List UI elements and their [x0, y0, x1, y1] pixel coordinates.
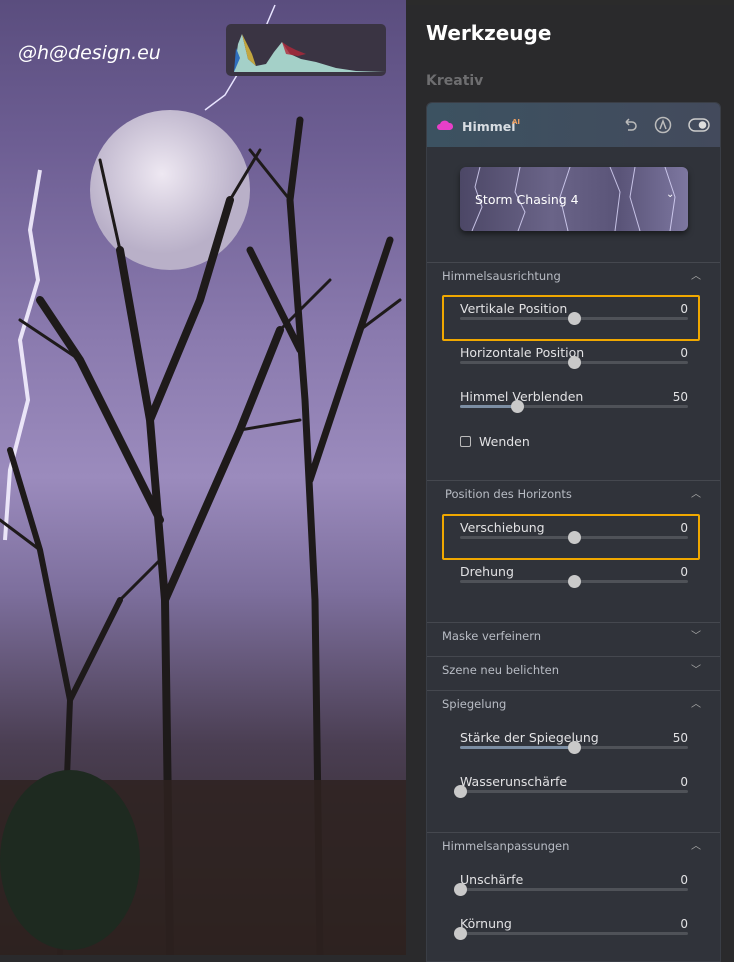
slider-thumb[interactable] — [454, 785, 467, 798]
section-header[interactable]: Himmelsanpassungen — [442, 839, 569, 853]
section-header[interactable]: Spiegelung — [442, 697, 506, 711]
category-label: Kreativ — [426, 73, 484, 89]
slider-track[interactable] — [454, 785, 688, 798]
photo-canvas[interactable]: @h@design.eu — [0, 0, 406, 955]
section-divider — [427, 832, 720, 833]
cloud-icon — [437, 120, 453, 130]
mask-brush-icon[interactable] — [654, 116, 672, 134]
undo-icon[interactable] — [622, 117, 638, 133]
section-divider — [427, 690, 720, 691]
histogram — [226, 24, 386, 76]
ai-badge: AI — [512, 118, 521, 126]
tool-name: Himmel — [462, 119, 516, 134]
preset-name: Storm Chasing 4 — [475, 192, 579, 207]
section-header[interactable]: Himmelsausrichtung — [442, 269, 561, 283]
slider-value[interactable]: 50 — [673, 731, 688, 745]
slider-thumb[interactable] — [568, 741, 581, 754]
slider-thumb[interactable] — [454, 883, 467, 896]
panel-title: Werkzeuge — [426, 21, 552, 45]
wenden-label: Wenden — [479, 434, 530, 449]
section-divider — [427, 656, 720, 657]
slider-track[interactable] — [460, 741, 688, 754]
sky-preset-dropdown[interactable]: Storm Chasing 4 ⌄ — [460, 167, 688, 231]
section-divider — [427, 262, 720, 263]
slider-thumb[interactable] — [568, 575, 581, 588]
toggle-switch[interactable] — [688, 118, 710, 132]
section-header[interactable]: Szene neu belichten — [442, 663, 559, 677]
chevron-down-icon: ⌄ — [666, 189, 675, 200]
slider-thumb[interactable] — [568, 312, 581, 325]
chevron-up-icon[interactable]: ︿ — [691, 837, 701, 852]
slider-value[interactable]: 0 — [680, 346, 688, 360]
slider-track[interactable] — [460, 312, 688, 325]
tool-header[interactable]: Himmel AI — [427, 103, 720, 147]
slider-track[interactable] — [454, 883, 688, 896]
slider-label: Wasserunschärfe — [460, 774, 568, 789]
sky-tool-card: Himmel AI Storm Chasing 4 ⌄ Himmelsausri… — [426, 102, 721, 962]
slider-track[interactable] — [460, 400, 688, 413]
slider-label: Vertikale Position — [460, 301, 568, 316]
slider-thumb[interactable] — [568, 356, 581, 369]
slider-fill — [460, 746, 574, 749]
slider-thumb[interactable] — [511, 400, 524, 413]
slider-value[interactable]: 50 — [673, 390, 688, 404]
section-divider — [427, 622, 720, 623]
slider-track[interactable] — [460, 356, 688, 369]
chevron-up-icon[interactable]: ︿ — [691, 695, 701, 710]
chevron-down-icon[interactable]: ﹀ — [691, 627, 701, 642]
chevron-down-icon[interactable]: ﹀ — [691, 661, 701, 676]
chevron-up-icon[interactable]: ︿ — [691, 485, 701, 500]
tools-panel: Werkzeuge Kreativ Himmel AI Storm Chasin… — [406, 5, 734, 962]
photo-scene — [0, 4, 406, 955]
slider-thumb[interactable] — [454, 927, 467, 940]
section-header[interactable]: Position des Horizonts — [445, 487, 572, 501]
slider-value[interactable]: 0 — [680, 873, 688, 887]
chevron-up-icon[interactable]: ︿ — [691, 267, 701, 282]
slider-thumb[interactable] — [568, 531, 581, 544]
wenden-checkbox[interactable] — [460, 436, 471, 447]
slider-track[interactable] — [454, 927, 688, 940]
slider-fill — [460, 405, 517, 408]
slider-label: Körnung — [460, 916, 512, 931]
slider-label: Horizontale Position — [460, 345, 585, 360]
slider-label: Drehung — [460, 564, 514, 579]
slider-value[interactable]: 0 — [680, 775, 688, 789]
slider-value[interactable]: 0 — [680, 917, 688, 931]
slider-track[interactable] — [460, 575, 688, 588]
watermark: @h@design.eu — [18, 42, 161, 64]
slider-label: Verschiebung — [460, 520, 545, 535]
moon — [90, 110, 250, 270]
slider-value[interactable]: 0 — [680, 521, 688, 535]
slider-label: Unschärfe — [460, 872, 524, 887]
slider-track[interactable] — [460, 531, 688, 544]
section-header[interactable]: Maske verfeinern — [442, 629, 541, 643]
section-divider — [427, 480, 720, 481]
slider-value[interactable]: 0 — [680, 565, 688, 579]
slider-value[interactable]: 0 — [680, 302, 688, 316]
